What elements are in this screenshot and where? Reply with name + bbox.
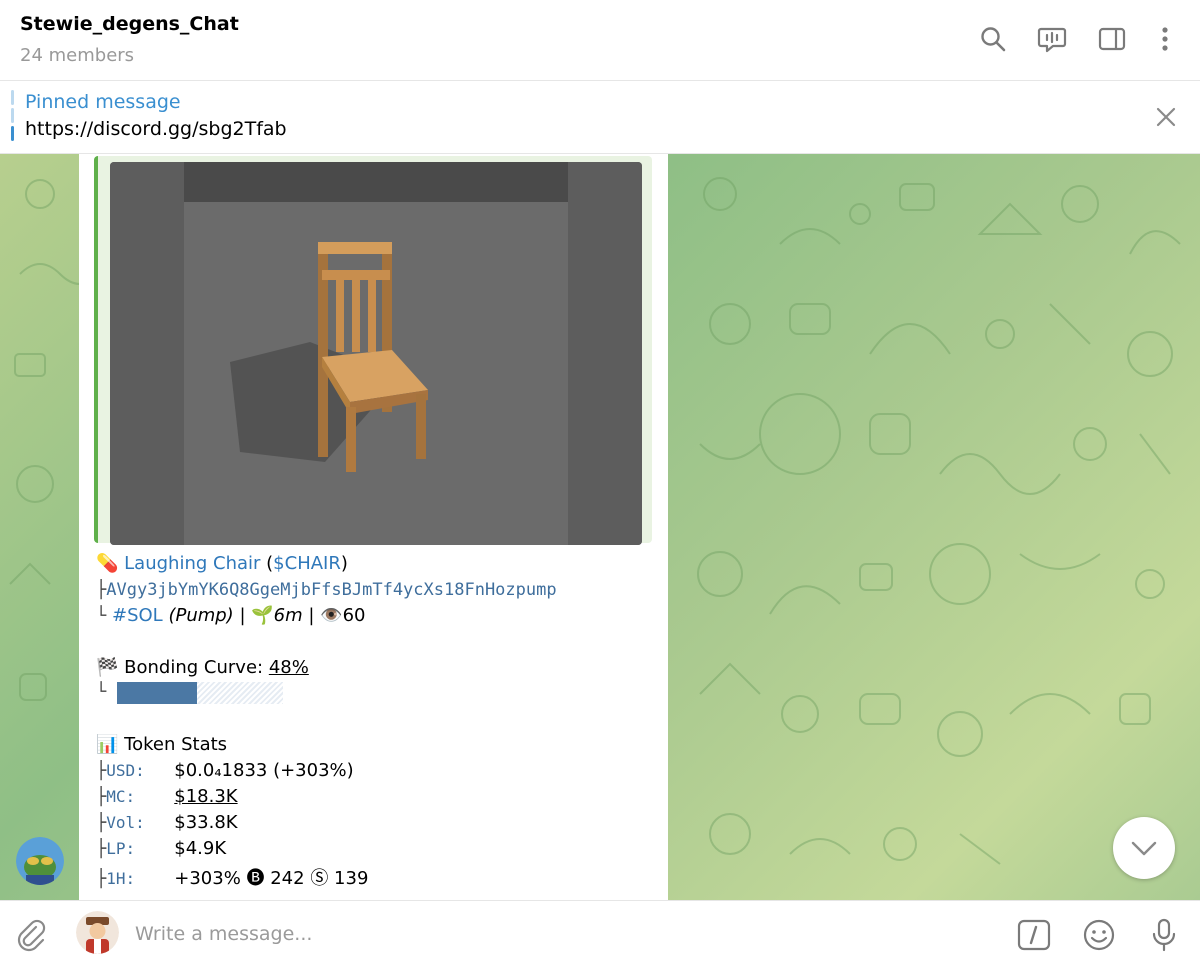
chain-hashtag[interactable]: #SOL — [112, 605, 163, 626]
bonding-curve-value[interactable]: 48% — [269, 657, 309, 678]
stat-value: +303% 🅑 242 Ⓢ 139 — [174, 868, 369, 889]
stat-row: ├LP: $4.9K — [96, 838, 227, 859]
bonding-progress-fill — [117, 682, 197, 704]
chevron-down-icon — [1131, 841, 1157, 856]
pinned-indicator — [11, 90, 14, 142]
chat-header: Stewie_degens_Chat 24 members — [0, 0, 1200, 81]
sprout-icon: 🌱 — [251, 605, 274, 626]
message-bubble: 💊 Laughing Chair ($CHAIR) ├AVgy3jbYmYK6Q… — [79, 154, 668, 900]
live-chat-icon[interactable] — [1035, 22, 1069, 56]
stat-value: $4.9K — [174, 838, 227, 859]
sidebar-toggle-icon[interactable] — [1095, 22, 1129, 56]
eye-icon: 👁️ — [320, 605, 343, 626]
message-input[interactable] — [135, 915, 955, 953]
stat-row: ├Vol: $33.8K — [96, 812, 238, 833]
token-image[interactable] — [110, 162, 642, 545]
checkered-flag-icon: 🏁 — [96, 657, 119, 678]
stat-row: ├MC: $18.3K — [96, 786, 238, 807]
microphone-icon[interactable] — [1146, 917, 1182, 953]
stat-row: ├USD: $0.0₄1833 (+303%) — [96, 760, 354, 781]
stat-value[interactable]: $18.3K — [174, 786, 237, 807]
bar-chart-icon: 📊 — [96, 734, 119, 755]
stat-label: 1H: — [106, 869, 136, 888]
pill-icon: 💊 — [96, 553, 119, 574]
pinned-label: Pinned message — [25, 91, 181, 113]
emoji-icon[interactable] — [1081, 917, 1117, 953]
message-composer — [0, 900, 1200, 969]
pinned-message-bar[interactable]: Pinned message https://discord.gg/sbg2Tf… — [0, 81, 1200, 154]
close-icon[interactable] — [1152, 103, 1180, 131]
search-icon[interactable] — [976, 22, 1010, 56]
bot-command-icon[interactable] — [1016, 917, 1052, 953]
stat-row: ├1H: +303% 🅑 242 Ⓢ 139 — [96, 868, 369, 889]
address-line: ├AVgy3jbYmYK6Q8GgeMjbFfsBJmTf4ycXs18FnHo… — [96, 580, 557, 600]
attach-icon[interactable] — [14, 918, 48, 952]
progress-tree: └ — [96, 682, 107, 702]
ticker-link[interactable]: $CHAIR — [273, 553, 341, 574]
token-stats-heading: 📊 Token Stats — [96, 734, 227, 755]
bonding-progress-bar — [117, 682, 283, 704]
pinned-text[interactable]: https://discord.gg/sbg2Tfab — [25, 118, 287, 140]
token-age: 6m — [273, 605, 303, 626]
chain-line: └ #SOL (Pump) | 🌱6m | 👁️60 — [96, 605, 366, 626]
bonding-curve-label: Bonding Curve: — [124, 657, 269, 678]
stat-label: MC: — [106, 787, 136, 806]
platform-label: (Pump) — [168, 605, 234, 626]
member-count: 24 members — [20, 45, 135, 66]
stat-label: USD: — [106, 761, 145, 780]
stat-value: $33.8K — [174, 812, 238, 833]
view-count: 60 — [342, 605, 366, 626]
scroll-down-button[interactable] — [1113, 817, 1175, 879]
chair-image — [110, 162, 642, 545]
chat-title[interactable]: Stewie_degens_Chat — [20, 13, 239, 35]
stat-value: $0.0₄1833 (+303%) — [174, 760, 354, 781]
send-as-avatar[interactable] — [76, 911, 119, 954]
token-stats-title: Token Stats — [124, 734, 228, 755]
chat-history[interactable]: 💊 Laughing Chair ($CHAIR) ├AVgy3jbYmYK6Q… — [0, 154, 1200, 900]
more-vertical-icon[interactable] — [1148, 22, 1182, 56]
bonding-curve-line: 🏁 Bonding Curve: 48% — [96, 657, 309, 678]
stat-label: Vol: — [106, 813, 145, 832]
token-name-link[interactable]: Laughing Chair — [124, 553, 260, 574]
token-title-line: 💊 Laughing Chair ($CHAIR) — [96, 553, 348, 574]
media-preview[interactable] — [94, 156, 652, 545]
stat-label: LP: — [106, 839, 136, 858]
contract-address[interactable]: AVgy3jbYmYK6Q8GgeMjbFfsBJmTf4ycXs18FnHoz… — [106, 580, 556, 600]
sender-avatar[interactable] — [16, 837, 64, 885]
